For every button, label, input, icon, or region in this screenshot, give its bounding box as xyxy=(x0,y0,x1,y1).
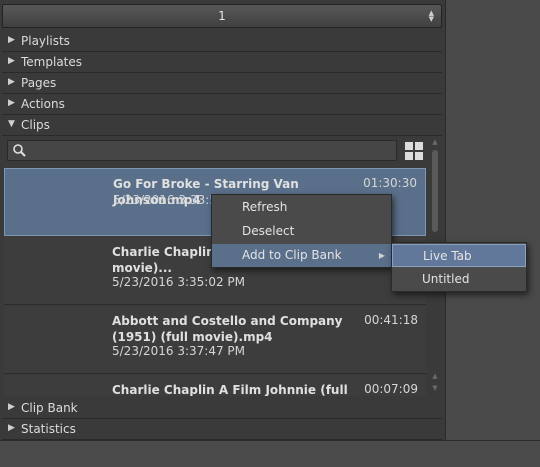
section-label: Templates xyxy=(21,55,83,69)
clip-search-row xyxy=(4,138,428,164)
page-selector-value: 1 xyxy=(218,9,226,23)
clip-name: Charlie Chaplin A Film Johnnie (full xyxy=(112,383,348,396)
scroll-down-icon[interactable]: ▼ xyxy=(428,384,442,392)
search-icon xyxy=(13,144,26,157)
menu-item-label: Untitled xyxy=(422,272,470,286)
menu-item-live-tab[interactable]: Live Tab xyxy=(392,244,526,267)
scrollbar-thumb[interactable] xyxy=(432,150,438,232)
menu-item-add-to-clip-bank[interactable]: Add to Clip Bank ▶ xyxy=(212,244,391,267)
section-actions[interactable]: ▶ Actions xyxy=(2,94,442,115)
section-label: Actions xyxy=(21,97,65,111)
expand-triangle-icon: ▶ xyxy=(8,77,15,87)
grid-view-icon[interactable] xyxy=(405,142,423,160)
menu-item-untitled[interactable]: Untitled xyxy=(392,268,526,291)
clip-name: Abbott and Costello and Company (1951) (… xyxy=(112,314,343,344)
expand-triangle-icon: ▶ xyxy=(8,98,15,108)
clip-duration: 01:30:30 xyxy=(363,176,417,190)
clip-item[interactable]: Charlie Chaplin A Film Johnnie (full 00:… xyxy=(4,375,426,396)
section-clip-bank[interactable]: ▶ Clip Bank xyxy=(2,398,442,419)
menu-item-label: Live Tab xyxy=(423,249,472,263)
menu-item-deselect[interactable]: Deselect xyxy=(212,220,391,243)
clip-item[interactable]: Abbott and Costello and Company (1951) (… xyxy=(4,306,426,374)
section-label: Clips xyxy=(21,118,50,132)
section-templates[interactable]: ▶ Templates xyxy=(2,52,442,73)
clip-search-input[interactable] xyxy=(7,140,397,161)
context-menu: Refresh Deselect Add to Clip Bank ▶ xyxy=(211,194,392,268)
section-label: Clip Bank xyxy=(21,401,78,415)
clip-bank-submenu: Live Tab Untitled xyxy=(391,242,527,292)
menu-item-refresh[interactable]: Refresh xyxy=(212,196,391,219)
clip-date: 5/23/2016 3:37:47 PM xyxy=(112,344,246,358)
bottom-bar xyxy=(0,440,540,467)
section-clips[interactable]: ▼ Clips xyxy=(2,115,442,136)
collapse-triangle-icon: ▼ xyxy=(8,119,15,129)
expand-triangle-icon: ▶ xyxy=(8,423,15,433)
section-statistics[interactable]: ▶ Statistics xyxy=(2,419,442,440)
menu-item-label: Deselect xyxy=(242,224,295,238)
scroll-up-icon[interactable]: ▲ xyxy=(428,138,442,146)
clip-duration: 00:41:18 xyxy=(364,313,418,327)
menu-item-label: Add to Clip Bank xyxy=(242,248,342,262)
section-label: Statistics xyxy=(21,422,76,436)
menu-item-label: Refresh xyxy=(242,200,288,214)
submenu-arrow-icon: ▶ xyxy=(378,251,385,260)
scroll-up-icon[interactable]: ▲ xyxy=(428,372,442,380)
spinner-arrows-icon[interactable]: ▲ ▼ xyxy=(429,10,434,23)
right-panel xyxy=(446,0,540,440)
expand-triangle-icon: ▶ xyxy=(8,35,15,45)
section-pages[interactable]: ▶ Pages xyxy=(2,73,442,94)
section-label: Playlists xyxy=(21,34,70,48)
expand-triangle-icon: ▶ xyxy=(8,402,15,412)
section-label: Pages xyxy=(21,76,57,90)
section-playlists[interactable]: ▶ Playlists xyxy=(2,31,442,52)
clip-duration: 00:07:09 xyxy=(364,382,418,396)
clip-date: 5/23/2016 3:35:02 PM xyxy=(112,275,246,289)
expand-triangle-icon: ▶ xyxy=(8,56,15,66)
page-selector[interactable]: 1 ▲ ▼ xyxy=(2,4,442,28)
